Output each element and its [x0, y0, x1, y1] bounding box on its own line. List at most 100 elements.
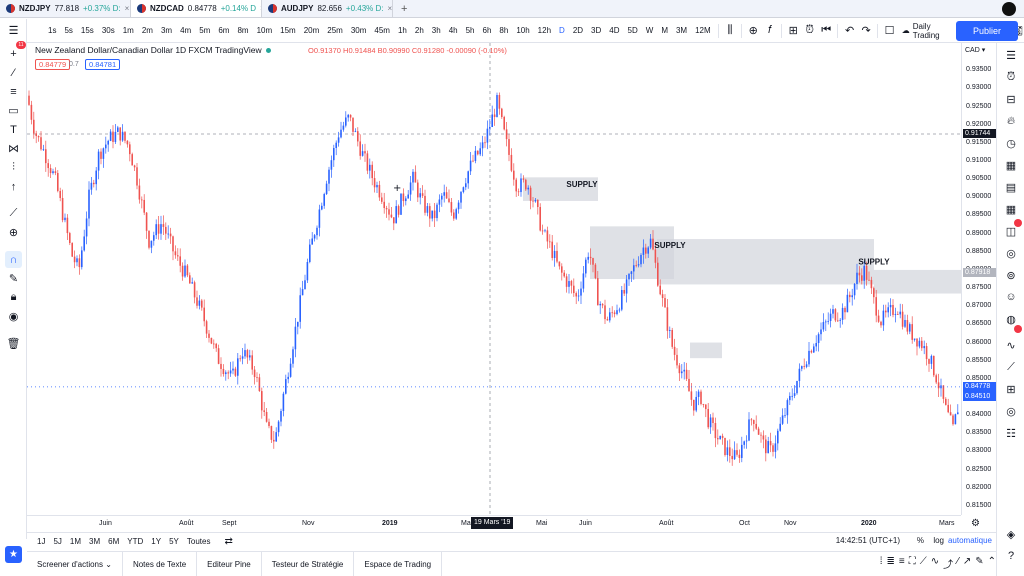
- eye-icon[interactable]: ◉: [5, 308, 22, 325]
- tab-audjpy[interactable]: AUDJPY 82.656 +0.43% D: ×: [262, 0, 393, 17]
- timeframe-3h[interactable]: 3h: [428, 26, 445, 35]
- close-icon[interactable]: ×: [388, 4, 393, 13]
- data-window-icon[interactable]: ⊟: [1003, 91, 1019, 107]
- line-icon[interactable]: ⁄: [957, 556, 959, 571]
- templates-icon[interactable]: ⊞: [785, 22, 802, 40]
- crosshair-icon[interactable]: +: [5, 45, 22, 62]
- pen-icon[interactable]: ✎: [975, 556, 983, 571]
- watchlist-icon[interactable]: ☰: [1003, 47, 1019, 63]
- sell-price-button[interactable]: 0.84779: [35, 59, 71, 70]
- more-tools-icon[interactable]: ⌃: [988, 556, 996, 571]
- calendar-grid-icon[interactable]: ▦: [1003, 201, 1019, 217]
- timeframe-15m[interactable]: 15m: [276, 26, 300, 35]
- goto-date-icon[interactable]: ⇄: [220, 536, 236, 547]
- fib-icon[interactable]: ≡: [5, 83, 22, 100]
- percent-toggle[interactable]: %: [917, 536, 924, 545]
- timeframe-3m[interactable]: 3M: [672, 26, 691, 35]
- long-position-icon[interactable]: ≣: [887, 556, 895, 571]
- timeframe-2h[interactable]: 2h: [411, 26, 428, 35]
- auto-scale-toggle[interactable]: automatique: [948, 536, 992, 545]
- tab-nzdcad[interactable]: NZDCAD 0.84778 +0.14% D ×: [131, 0, 262, 17]
- streams-icon[interactable]: ◎: [1003, 245, 1019, 261]
- range-5y[interactable]: 5Y: [165, 537, 183, 546]
- alerts-icon[interactable]: ⏰︎: [1003, 69, 1019, 85]
- timeframe-5s[interactable]: 5s: [60, 26, 76, 35]
- timeframe-30s[interactable]: 30s: [98, 26, 119, 35]
- close-icon[interactable]: ×: [125, 4, 130, 13]
- timeframe-4d[interactable]: 4D: [605, 26, 623, 35]
- layout-grid-icon[interactable]: ☐: [881, 22, 898, 40]
- range-1y[interactable]: 1Y: [147, 537, 165, 546]
- time-axis[interactable]: Ma 19 Mars '19 ⚙︎ Juin Août Sept Nov 2019 Mai…: [27, 515, 980, 531]
- timeframe-4h[interactable]: 4h: [445, 26, 462, 35]
- panel-pine-editor[interactable]: Editeur Pine: [197, 551, 262, 576]
- timeframe-w[interactable]: W: [642, 26, 658, 35]
- timeframe-1s[interactable]: 1s: [44, 26, 60, 35]
- timeframe-6h[interactable]: 6h: [479, 26, 496, 35]
- indicators-icon[interactable]: 𝑓: [762, 22, 779, 40]
- alert-icon[interactable]: ⏰︎: [801, 22, 818, 40]
- currency-selector[interactable]: CAD ▾: [965, 46, 985, 54]
- lock-icon[interactable]: 🔒︎: [5, 289, 22, 306]
- measure-icon[interactable]: ⛶: [909, 556, 916, 571]
- timeframe-1m[interactable]: 1m: [119, 26, 138, 35]
- trend-line-icon[interactable]: ⁄: [5, 64, 22, 81]
- short-position-icon[interactable]: ≡: [899, 556, 905, 571]
- ruler-icon[interactable]: ⟋: [5, 205, 22, 222]
- signals-icon[interactable]: ⊚: [1003, 267, 1019, 283]
- pulse-icon[interactable]: ∿: [1003, 337, 1019, 353]
- timeframe-30m[interactable]: 30m: [347, 26, 371, 35]
- rectangle-icon[interactable]: ▭: [5, 102, 22, 119]
- avatar[interactable]: [1002, 2, 1016, 16]
- range-3m[interactable]: 3M: [85, 537, 104, 546]
- cursor-tool-icon[interactable]: ⁞: [880, 556, 883, 571]
- menu-icon[interactable]: ☰: [5, 22, 22, 39]
- timeframe-3d[interactable]: 3D: [587, 26, 605, 35]
- range-6m[interactable]: 6M: [104, 537, 123, 546]
- timeframe-5m[interactable]: 5m: [195, 26, 214, 35]
- grid-icon[interactable]: ⊞: [1003, 381, 1019, 397]
- zoom-icon[interactable]: ⊕: [5, 224, 22, 241]
- replay-icon[interactable]: ⏮: [818, 22, 835, 40]
- axis-settings-icon[interactable]: ⚙︎: [971, 518, 980, 529]
- panel-trading[interactable]: Espace de Trading: [354, 551, 443, 576]
- timeframe-12m[interactable]: 12M: [691, 26, 715, 35]
- brush-icon[interactable]: ∿: [931, 556, 939, 571]
- arrow-draw-icon[interactable]: ↗: [963, 556, 971, 571]
- panel-strategy-tester[interactable]: Testeur de Stratégie: [262, 551, 355, 576]
- timeframe-25m[interactable]: 25m: [323, 26, 347, 35]
- add-tab-button[interactable]: +: [393, 0, 415, 17]
- timeframe-12h[interactable]: 12h: [534, 26, 555, 35]
- price-chart[interactable]: SUPPLY SUPPLY SUPPLY + New Zealand Dollar/C…: [27, 43, 961, 515]
- timeframe-3m[interactable]: 3m: [157, 26, 176, 35]
- calendar-icon[interactable]: ▦: [1003, 157, 1019, 173]
- trash-icon[interactable]: 🗑︎: [5, 335, 22, 352]
- range-ytd[interactable]: YTD: [123, 537, 147, 546]
- undo-icon[interactable]: ↶: [841, 22, 858, 40]
- redo-icon[interactable]: ↷: [858, 22, 875, 40]
- arrow-icon[interactable]: ↑: [5, 178, 22, 195]
- list-icon[interactable]: ☷: [1003, 425, 1019, 441]
- clock[interactable]: 14:42:51 (UTC+1): [836, 536, 900, 545]
- chat-icon[interactable]: ☺: [1003, 289, 1019, 305]
- log-toggle[interactable]: log: [933, 536, 944, 545]
- ray-icon[interactable]: ⟋: [920, 556, 927, 571]
- pattern-icon[interactable]: ⋈: [5, 140, 22, 157]
- publish-button[interactable]: Publier: [956, 21, 1018, 41]
- news-icon[interactable]: ▤: [1003, 179, 1019, 195]
- timeframe-4m[interactable]: 4m: [176, 26, 195, 35]
- range-1j[interactable]: 1J: [33, 537, 49, 546]
- chart-line-icon[interactable]: ⟋: [1003, 359, 1019, 375]
- magnet-icon[interactable]: ∩: [5, 251, 22, 268]
- text-icon[interactable]: T: [5, 121, 22, 138]
- timeframe-2d[interactable]: 2D: [569, 26, 587, 35]
- timeframe-5h[interactable]: 5h: [462, 26, 479, 35]
- hotlist-icon[interactable]: 🔥︎: [1003, 113, 1019, 129]
- panel-screener[interactable]: Screener d'actions ⌄: [27, 551, 123, 576]
- timeframe-10h[interactable]: 10h: [512, 26, 533, 35]
- panel-notes[interactable]: Notes de Texte: [123, 551, 198, 576]
- timeframe-5d[interactable]: 5D: [624, 26, 642, 35]
- layers-icon[interactable]: ◈: [1003, 526, 1019, 542]
- timeframe-8h[interactable]: 8h: [495, 26, 512, 35]
- price-axis[interactable]: CAD ▾ 0.93500 0.93000 0.92500 0.92000 0.9150…: [961, 43, 996, 515]
